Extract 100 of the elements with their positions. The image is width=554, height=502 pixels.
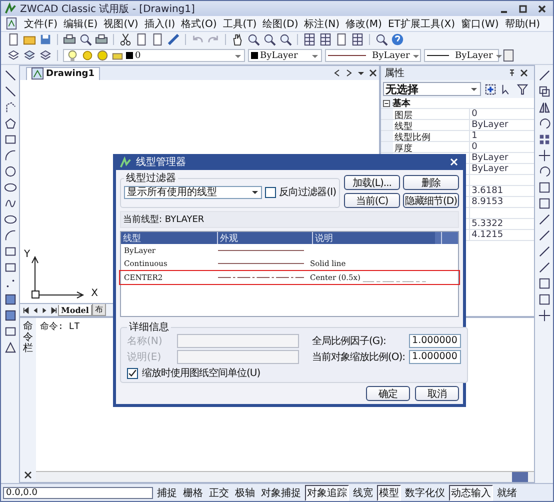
- pin-icon[interactable]: [508, 69, 516, 77]
- cancel-button[interactable]: 取消: [415, 386, 459, 401]
- line-icon[interactable]: [538, 245, 550, 258]
- close-icon[interactable]: [520, 69, 528, 77]
- scissors-icon[interactable]: [119, 33, 132, 46]
- property-value[interactable]: 1: [472, 131, 478, 141]
- menu-item[interactable]: 插入(I): [144, 16, 176, 30]
- magnifier-icon[interactable]: [279, 33, 292, 46]
- status-toggle[interactable]: 线宽: [351, 484, 375, 500]
- property-value[interactable]: 4.1215: [472, 230, 504, 240]
- rectangle-icon[interactable]: [538, 277, 550, 290]
- arc-icon[interactable]: [538, 165, 550, 178]
- document-icon[interactable]: [151, 33, 164, 46]
- property-value[interactable]: ByLayer: [472, 153, 508, 163]
- input-field[interactable]: [177, 334, 299, 348]
- rectangle-icon[interactable]: [4, 325, 16, 338]
- dropdown-arrow-icon[interactable]: [356, 69, 365, 77]
- square-icon[interactable]: [4, 309, 16, 322]
- previous-icon[interactable]: [332, 69, 341, 77]
- menu-item[interactable]: 格式(O): [181, 16, 217, 30]
- previous-icon[interactable]: [32, 306, 39, 314]
- triangle-icon[interactable]: [538, 101, 550, 114]
- menu-item[interactable]: 视图(V): [104, 16, 138, 30]
- checkbox-label[interactable]: 缩放时使用图纸空间单位(U): [142, 366, 260, 380]
- dialog-button[interactable]: 删除: [403, 175, 459, 190]
- status-toggle[interactable]: 栅格: [181, 484, 205, 500]
- property-value[interactable]: 3.6181: [472, 186, 504, 196]
- property-value[interactable]: 0: [472, 142, 478, 152]
- collapse-toggle[interactable]: [380, 100, 393, 106]
- menu-item[interactable]: 修改(M): [346, 16, 382, 30]
- input-field[interactable]: 1.000000: [409, 350, 462, 364]
- magnifier-icon[interactable]: [79, 33, 92, 46]
- line-icon[interactable]: [538, 229, 550, 242]
- dialog-button[interactable]: 隐藏细节(D): [403, 193, 459, 208]
- ellipse-icon[interactable]: [4, 181, 16, 194]
- dialog-button[interactable]: 当前(C): [344, 193, 400, 208]
- color-dropdown[interactable]: ByLayer: [248, 49, 322, 62]
- close-icon[interactable]: [368, 69, 377, 77]
- polyline-icon[interactable]: [4, 101, 16, 114]
- layer-dropdown[interactable]: 0: [63, 49, 245, 62]
- close-icon[interactable]: [537, 4, 547, 14]
- move-icon[interactable]: [538, 149, 550, 162]
- column-header[interactable]: 线型: [121, 232, 218, 244]
- line-icon[interactable]: [4, 85, 16, 98]
- rectangle-icon[interactable]: [4, 261, 16, 274]
- document-icon[interactable]: [7, 33, 20, 46]
- layer-stack-icon[interactable]: [23, 49, 36, 62]
- layout-tab[interactable]: Model: [58, 304, 92, 316]
- menu-item[interactable]: 窗口(W): [461, 16, 499, 30]
- magnifier-icon[interactable]: [247, 33, 260, 46]
- checkbox[interactable]: [265, 186, 276, 198]
- menu-item[interactable]: 文件(F): [24, 16, 58, 30]
- menu-item[interactable]: 标注(N): [304, 16, 340, 30]
- menu-item[interactable]: ET扩展工具(X): [388, 16, 456, 30]
- property-value[interactable]: 5.3322: [472, 219, 504, 229]
- menu-item[interactable]: 工具(T): [222, 16, 257, 30]
- document-icon[interactable]: [135, 33, 148, 46]
- arc-icon[interactable]: [538, 117, 550, 130]
- dialog-button[interactable]: 加载(L)...: [344, 175, 400, 190]
- square-icon[interactable]: [538, 133, 550, 146]
- layer-stack-icon[interactable]: [39, 49, 52, 62]
- status-toggle[interactable]: 模型: [377, 484, 401, 500]
- status-toggle[interactable]: 捕捉: [155, 484, 179, 500]
- status-toggle[interactable]: 极轴: [233, 484, 257, 500]
- wave-icon[interactable]: [4, 197, 16, 210]
- rectangle-icon[interactable]: [4, 133, 16, 146]
- last-icon[interactable]: [50, 306, 57, 314]
- help-icon[interactable]: [391, 33, 404, 46]
- property-value[interactable]: 8.9153: [472, 197, 504, 207]
- document-icon[interactable]: [335, 33, 348, 46]
- menu-item[interactable]: 编辑(E): [64, 16, 98, 30]
- brush-icon[interactable]: [167, 33, 180, 46]
- move-icon[interactable]: [538, 309, 550, 322]
- document-tab[interactable]: Drawing1: [26, 66, 100, 80]
- column-header[interactable]: 说明: [313, 232, 442, 244]
- rectangle-icon[interactable]: [538, 197, 550, 210]
- rectangle-icon[interactable]: [538, 293, 550, 306]
- rectangle-icon[interactable]: [4, 245, 16, 258]
- arc-icon[interactable]: [4, 149, 16, 162]
- column-header[interactable]: 外观: [218, 232, 313, 244]
- selection-dropdown[interactable]: 无选择: [382, 82, 481, 96]
- status-toggle[interactable]: 动态输入: [449, 484, 493, 500]
- next-icon[interactable]: [41, 306, 48, 314]
- ellipse-icon[interactable]: [4, 213, 16, 226]
- scrollbar[interactable]: [36, 471, 534, 482]
- hand-icon[interactable]: [231, 33, 244, 46]
- maximize-icon[interactable]: [518, 4, 528, 14]
- first-icon[interactable]: [23, 306, 30, 314]
- square-icon[interactable]: [4, 293, 16, 306]
- input-field[interactable]: [177, 350, 299, 364]
- line-icon[interactable]: [538, 213, 550, 226]
- property-value[interactable]: ByLayer: [472, 120, 508, 130]
- line-icon[interactable]: [4, 69, 16, 82]
- input-field[interactable]: 1.000000: [409, 334, 462, 348]
- line-icon[interactable]: [538, 261, 550, 274]
- layer-stack-icon[interactable]: [7, 49, 20, 62]
- status-toggle[interactable]: 数字化仪: [403, 484, 447, 500]
- select-icon[interactable]: [484, 82, 497, 96]
- status-toggle[interactable]: 对象追踪: [305, 484, 349, 500]
- magnifier-icon[interactable]: [263, 33, 276, 46]
